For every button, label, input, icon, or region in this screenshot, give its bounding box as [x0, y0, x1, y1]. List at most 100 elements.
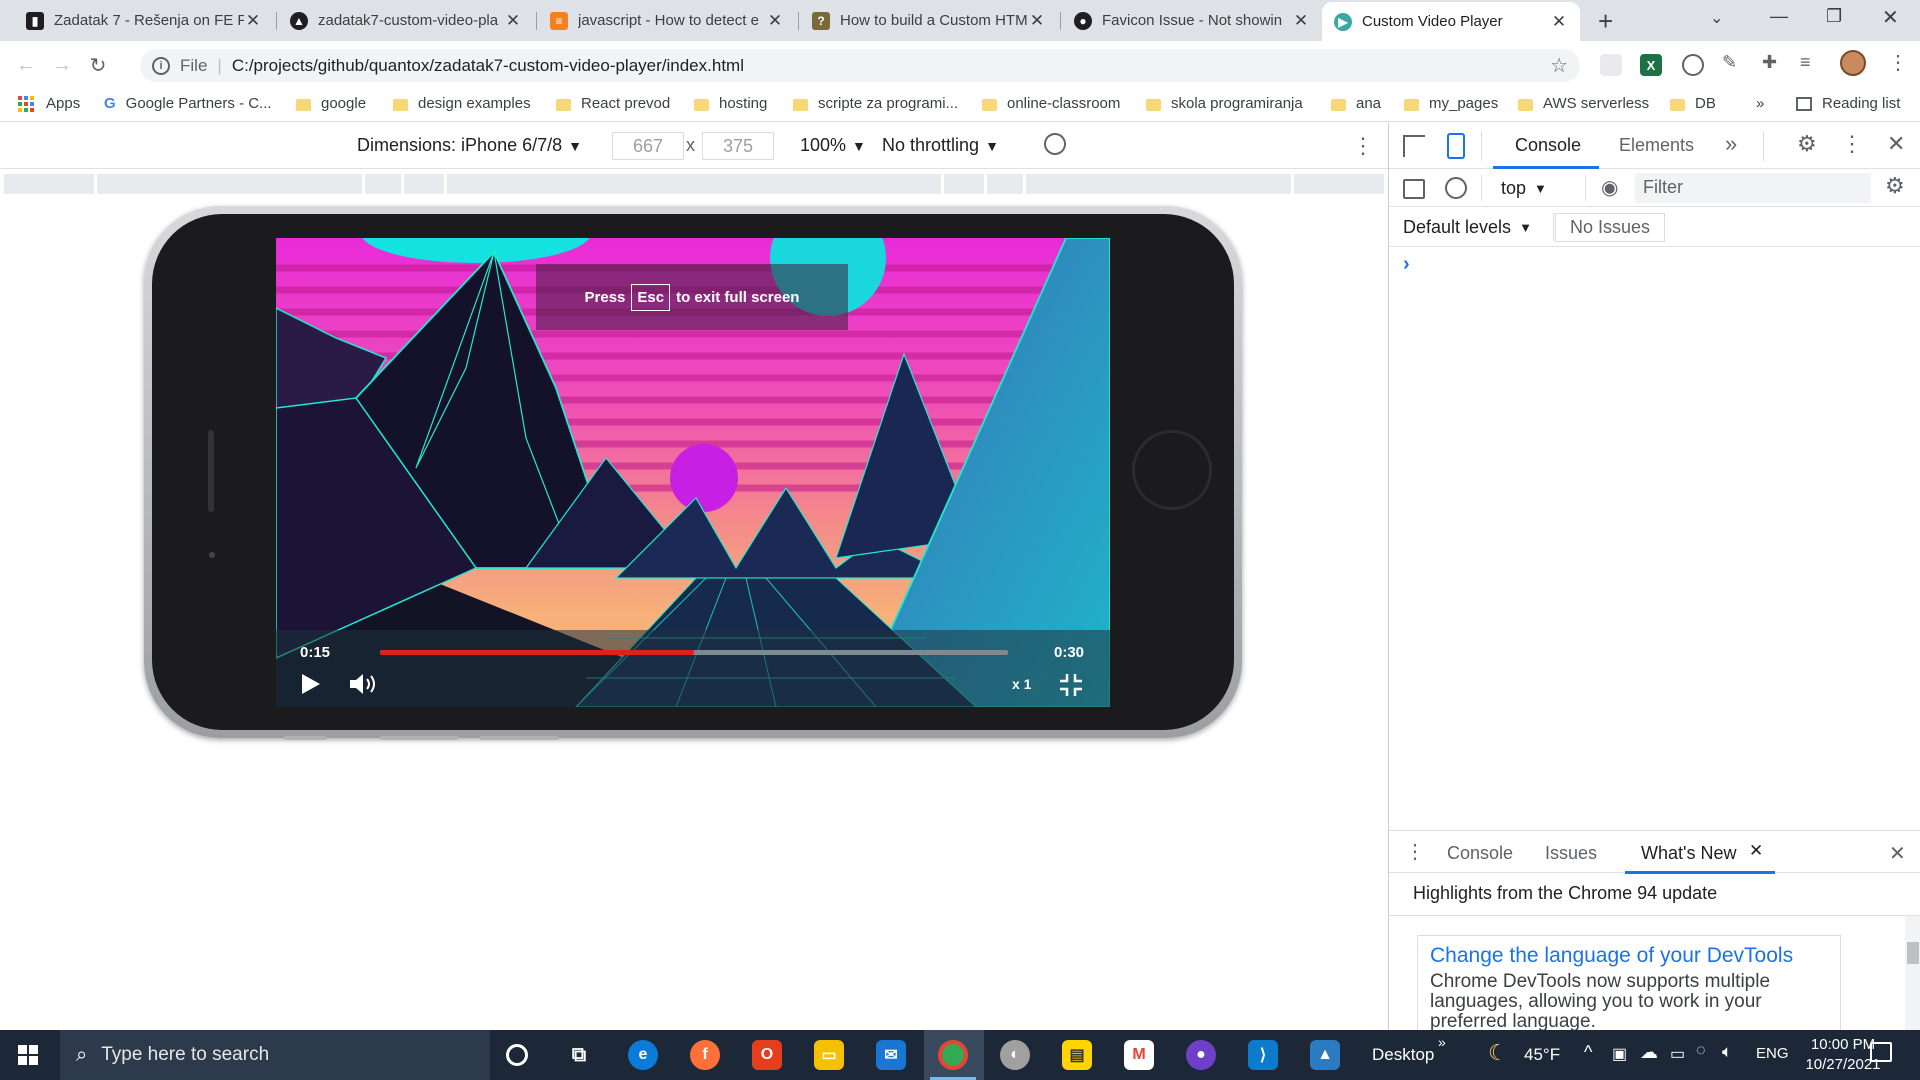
office-icon[interactable]: O	[752, 1040, 782, 1070]
drawer-menu-icon[interactable]: ⋮	[1405, 839, 1425, 864]
bookmark-folder-google[interactable]: google	[296, 95, 366, 112]
tab-3[interactable]: ? How to build a Custom HTM ✕	[800, 0, 1058, 41]
file-explorer-icon[interactable]: ▭	[814, 1040, 844, 1070]
rotate-icon[interactable]	[1039, 128, 1071, 160]
media-query-bar[interactable]	[97, 174, 362, 194]
new-tab-icon[interactable]: +	[1598, 6, 1613, 37]
back-icon[interactable]: ←	[8, 47, 44, 83]
reload-icon[interactable]: ↻	[80, 47, 116, 83]
excel-extension-icon[interactable]: X	[1640, 54, 1662, 76]
extensions-puzzle-icon[interactable]: ✚	[1762, 52, 1777, 73]
media-query-bar[interactable]	[1294, 174, 1384, 194]
bookmark-folder-ana[interactable]: ana	[1331, 95, 1381, 112]
device-more-icon[interactable]: ⋮	[1352, 133, 1374, 159]
paint-icon[interactable]: ◐	[1000, 1040, 1030, 1070]
close-drawer-tab-icon[interactable]: ✕	[1749, 841, 1763, 861]
tab-search-chevron-icon[interactable]: ⌄	[1710, 8, 1723, 28]
extension-circle-icon[interactable]	[1682, 54, 1704, 76]
device-height-input[interactable]: 375	[702, 132, 774, 160]
edge-icon[interactable]: e	[628, 1040, 658, 1070]
zoom-select[interactable]: 100% ▼	[800, 135, 866, 156]
desktop-toolbar-label[interactable]: Desktop	[1372, 1045, 1434, 1065]
close-tab-icon[interactable]: ✕	[504, 11, 522, 31]
video-screen[interactable]: Press Esc to exit full screen 0:15 0:30 …	[276, 238, 1110, 707]
vscode-icon[interactable]: ⟩	[1248, 1040, 1278, 1070]
firefox-icon[interactable]: f	[690, 1040, 720, 1070]
task-view-icon[interactable]: ⧉	[564, 1040, 594, 1070]
menu-kebab-icon[interactable]: ⋮	[1888, 50, 1908, 75]
close-tab-icon[interactable]: ✕	[244, 11, 262, 31]
profile-avatar[interactable]	[1840, 50, 1866, 76]
devtools-tab-elements[interactable]: Elements	[1619, 135, 1694, 156]
volume-button[interactable]	[350, 674, 378, 694]
bookmark-folder-skola[interactable]: skola programiranja	[1146, 95, 1303, 112]
close-tab-icon[interactable]: ✕	[1028, 11, 1046, 31]
bookmark-folder-my-pages[interactable]: my_pages	[1404, 95, 1498, 112]
close-tab-icon[interactable]: ✕	[766, 11, 784, 31]
tab-4[interactable]: ● Favicon Issue - Not showin ✕	[1062, 0, 1322, 41]
playback-speed[interactable]: x 1	[1012, 676, 1031, 692]
inspect-element-icon[interactable]	[1403, 135, 1425, 157]
input-language[interactable]: ENG	[1756, 1045, 1789, 1062]
more-tabs-icon[interactable]: »	[1725, 131, 1737, 157]
device-toggle-icon[interactable]	[1447, 133, 1465, 159]
minimize-icon[interactable]: —	[1770, 6, 1788, 27]
close-tab-icon[interactable]: ✕	[1550, 12, 1568, 32]
photos-icon[interactable]: ▲	[1310, 1040, 1340, 1070]
bookmark-folder-online-classroom[interactable]: online-classroom	[982, 95, 1120, 112]
tray-chevron-icon[interactable]: ^	[1584, 1042, 1592, 1063]
bookmark-google-partners[interactable]: G Google Partners - C...	[104, 95, 272, 112]
weather-temp[interactable]: 45°F	[1524, 1045, 1560, 1065]
chrome-icon[interactable]	[938, 1040, 968, 1070]
device-width-input[interactable]: 667	[612, 132, 684, 160]
bookmark-folder-hosting[interactable]: hosting	[694, 95, 767, 112]
restore-icon[interactable]: ❐	[1826, 6, 1842, 27]
onedrive-cloud-icon[interactable]: ☁	[1640, 1042, 1658, 1063]
media-query-bar[interactable]	[404, 174, 444, 194]
drawer-tab-whats-new[interactable]: What's New	[1641, 843, 1736, 864]
windows-start-icon[interactable]	[18, 1045, 38, 1065]
network-icon[interactable]: ◌	[1696, 1042, 1706, 1060]
bookmark-folder-design-examples[interactable]: design examples	[393, 95, 531, 112]
progress-track[interactable]	[380, 650, 1008, 655]
bookmark-star-icon[interactable]: ☆	[1550, 53, 1568, 78]
extension-blank-icon[interactable]	[1600, 54, 1622, 76]
media-query-bar[interactable]	[4, 174, 94, 194]
play-button[interactable]	[302, 674, 320, 694]
issues-counter[interactable]: No Issues	[1555, 213, 1666, 242]
gmail-icon[interactable]: M	[1124, 1040, 1154, 1070]
eyedropper-icon[interactable]: ✎	[1722, 52, 1737, 73]
media-query-bar[interactable]	[1026, 174, 1291, 194]
battery-icon[interactable]: ▭	[1670, 1044, 1685, 1064]
console-filter-input[interactable]: Filter	[1635, 173, 1871, 203]
cortana-icon[interactable]	[506, 1044, 528, 1066]
console-prompt[interactable]: ›	[1403, 253, 1410, 276]
bookmarks-overflow-icon[interactable]: »	[1756, 95, 1764, 112]
bookmark-folder-aws[interactable]: AWS serverless	[1518, 95, 1649, 112]
mail-icon[interactable]: ✉	[876, 1040, 906, 1070]
console-settings-gear-icon[interactable]: ⚙	[1885, 173, 1905, 199]
devtools-menu-icon[interactable]: ⋮	[1841, 131, 1863, 157]
exit-fullscreen-button[interactable]	[1060, 674, 1082, 696]
drawer-scrollbar[interactable]	[1905, 916, 1920, 1030]
whats-new-card[interactable]: Change the language of your DevTools Chr…	[1417, 935, 1841, 1030]
notifications-icon[interactable]	[1870, 1042, 1892, 1062]
tab-0[interactable]: ▮ Zadatak 7 - Rešenja on FE P ✕	[14, 0, 274, 41]
drawer-tab-console[interactable]: Console	[1447, 843, 1513, 864]
sticky-notes-icon[interactable]: ▤	[1062, 1040, 1092, 1070]
desktop-overflow-icon[interactable]: »	[1438, 1034, 1446, 1050]
iphone-home-button[interactable]	[1132, 430, 1212, 510]
media-queue-icon[interactable]: ≡	[1800, 52, 1811, 73]
close-drawer-icon[interactable]: ✕	[1889, 841, 1906, 866]
scrollbar-thumb[interactable]	[1907, 942, 1919, 964]
forward-icon[interactable]: →	[44, 47, 80, 83]
tab-1[interactable]: ▲ zadatak7-custom-video-pla ✕	[278, 0, 534, 41]
reading-list[interactable]: Reading list	[1796, 95, 1900, 112]
drawer-tab-issues[interactable]: Issues	[1545, 843, 1597, 864]
clear-console-icon[interactable]	[1445, 177, 1467, 199]
media-query-bar[interactable]	[447, 174, 941, 194]
bookmark-folder-scripte[interactable]: scripte za programi...	[793, 95, 958, 112]
log-levels-select[interactable]: Default levels ▼	[1403, 217, 1532, 238]
throttling-select[interactable]: No throttling ▼	[882, 135, 999, 156]
meet-now-icon[interactable]: ▣	[1612, 1044, 1627, 1064]
